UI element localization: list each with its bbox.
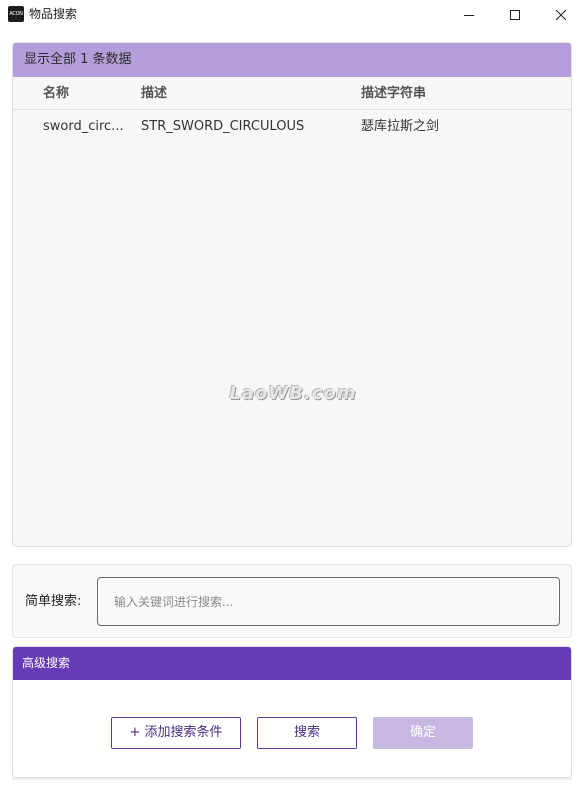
window-title: 物品搜索	[29, 7, 78, 21]
add-condition-button[interactable]: + 添加搜索条件	[111, 717, 241, 749]
search-button[interactable]: 搜索	[257, 717, 357, 749]
column-header-description[interactable]: 描述	[141, 77, 167, 110]
maximize-icon	[510, 10, 520, 20]
minimize-icon	[464, 15, 474, 16]
table-header: 名称 描述 描述字符串	[13, 77, 571, 110]
app-icon: ACON	[8, 6, 24, 22]
advanced-search-panel: 高级搜索 + 添加搜索条件 搜索 确定	[12, 646, 572, 778]
minimize-button[interactable]	[446, 0, 492, 30]
cell-description-string: 瑟库拉斯之剑	[361, 119, 440, 134]
confirm-button[interactable]: 确定	[373, 717, 473, 749]
cell-name: sword_circ...	[43, 119, 124, 134]
column-header-name[interactable]: 名称	[43, 77, 125, 110]
results-count-header: 显示全部 1 条数据	[13, 43, 571, 77]
advanced-search-header: 高级搜索	[13, 647, 571, 680]
maximize-button[interactable]	[492, 0, 538, 30]
simple-search-panel: 简单搜索:	[12, 564, 572, 638]
search-input[interactable]	[97, 577, 560, 626]
simple-search-label: 简单搜索:	[25, 594, 82, 609]
table-row[interactable]: sword_circ... STR_SWORD_CIRCULOUS 瑟库拉斯之剑	[13, 110, 571, 144]
watermark-logo: LaoWB.com	[229, 383, 357, 404]
panel-shadow	[12, 778, 572, 780]
cell-description: STR_SWORD_CIRCULOUS	[141, 119, 305, 134]
close-icon	[555, 9, 567, 21]
results-panel: 显示全部 1 条数据 名称 描述 描述字符串 sword_circ... STR…	[12, 42, 572, 547]
close-button[interactable]	[538, 0, 584, 30]
title-bar: ACON 物品搜索	[0, 0, 584, 30]
column-header-description-string[interactable]: 描述字符串	[361, 77, 426, 110]
